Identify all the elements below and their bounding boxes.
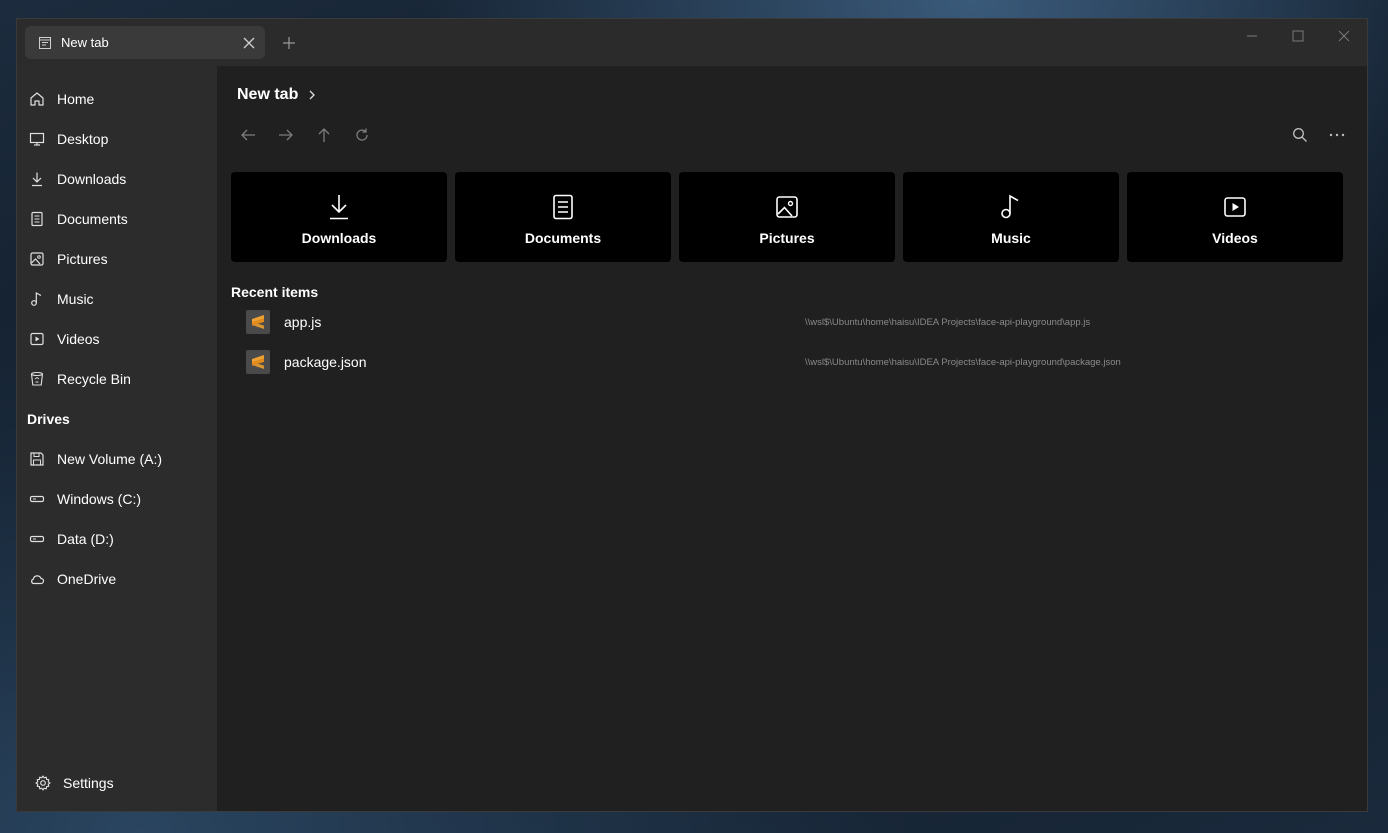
sidebar-item-downloads[interactable]: Downloads bbox=[25, 162, 211, 196]
document-icon bbox=[551, 194, 575, 220]
download-icon bbox=[327, 194, 351, 220]
recent-item-row[interactable]: package.json \\wsl$\Ubuntu\home\haisu\ID… bbox=[231, 344, 1341, 380]
quick-access-videos[interactable]: Videos bbox=[1127, 172, 1343, 262]
arrow-up-icon bbox=[318, 128, 330, 142]
sidebar-item-drive-a[interactable]: New Volume (A:) bbox=[25, 442, 211, 476]
sidebar-item-videos[interactable]: Videos bbox=[25, 322, 211, 356]
quick-access-label: Videos bbox=[1212, 230, 1258, 246]
video-icon bbox=[29, 331, 45, 347]
settings-button[interactable]: Settings bbox=[29, 766, 209, 800]
hard-drive-icon bbox=[29, 491, 45, 507]
hard-drive-icon bbox=[29, 531, 45, 547]
sublime-file-icon bbox=[246, 310, 270, 334]
recycle-bin-icon bbox=[29, 371, 45, 387]
sidebar-item-label: Pictures bbox=[57, 251, 108, 267]
music-icon bbox=[29, 291, 45, 307]
title-bar: New tab bbox=[17, 19, 1367, 66]
plus-icon bbox=[283, 37, 295, 49]
search-button[interactable] bbox=[1288, 123, 1312, 147]
refresh-icon bbox=[356, 128, 368, 141]
maximize-button[interactable] bbox=[1275, 19, 1321, 53]
sidebar: Home Desktop Downloads Documents Picture… bbox=[17, 66, 217, 811]
sidebar-item-home[interactable]: Home bbox=[25, 82, 211, 116]
file-explorer-window: New tab Home Desktop Downloads Documents… bbox=[16, 18, 1368, 812]
minimize-icon bbox=[1247, 35, 1257, 37]
main-content: New tab Downloads Documents Pictures Mus… bbox=[217, 66, 1367, 811]
sidebar-item-label: Documents bbox=[57, 211, 128, 227]
sidebar-item-label: Home bbox=[57, 91, 95, 107]
refresh-button[interactable] bbox=[350, 123, 374, 147]
sidebar-item-desktop[interactable]: Desktop bbox=[25, 122, 211, 156]
drives-section-header: Drives bbox=[27, 411, 70, 427]
sidebar-item-label: Recycle Bin bbox=[57, 371, 131, 387]
quick-access-label: Pictures bbox=[759, 230, 815, 246]
sidebar-item-drive-d[interactable]: Data (D:) bbox=[25, 522, 211, 556]
quick-access-downloads[interactable]: Downloads bbox=[231, 172, 447, 262]
sidebar-item-label: Desktop bbox=[57, 131, 109, 147]
quick-access-music[interactable]: Music bbox=[903, 172, 1119, 262]
sidebar-item-label: New Volume (A:) bbox=[57, 451, 163, 467]
recent-item-name: package.json bbox=[284, 354, 367, 370]
gear-icon bbox=[35, 775, 51, 791]
maximize-icon bbox=[1292, 30, 1304, 42]
up-button[interactable] bbox=[312, 123, 336, 147]
minimize-button[interactable] bbox=[1229, 19, 1275, 53]
music-icon bbox=[999, 194, 1023, 220]
floppy-drive-icon bbox=[29, 451, 45, 467]
sidebar-item-label: Downloads bbox=[57, 171, 127, 187]
arrow-right-icon bbox=[279, 129, 293, 141]
breadcrumb: New tab bbox=[237, 86, 316, 104]
breadcrumb-item[interactable]: New tab bbox=[237, 86, 298, 104]
document-icon bbox=[29, 211, 45, 227]
home-icon bbox=[29, 91, 45, 107]
recent-item-path: \\wsl$\Ubuntu\home\haisu\IDEA Projects\f… bbox=[805, 316, 1091, 328]
close-window-button[interactable] bbox=[1321, 19, 1367, 53]
quick-access-label: Downloads bbox=[301, 230, 377, 246]
quick-access-label: Music bbox=[991, 230, 1031, 246]
new-tab-button[interactable] bbox=[279, 33, 299, 53]
search-icon bbox=[1293, 128, 1307, 142]
close-icon bbox=[1338, 30, 1350, 42]
chevron-right-icon[interactable] bbox=[308, 90, 316, 100]
sidebar-item-label: OneDrive bbox=[57, 571, 117, 587]
more-icon bbox=[1329, 133, 1345, 137]
download-icon bbox=[29, 171, 45, 187]
desktop-icon bbox=[29, 131, 45, 147]
sidebar-item-music[interactable]: Music bbox=[25, 282, 211, 316]
sidebar-item-onedrive[interactable]: OneDrive bbox=[25, 562, 211, 596]
recent-items-header: Recent items bbox=[231, 284, 319, 300]
back-button[interactable] bbox=[236, 123, 260, 147]
recent-item-name: app.js bbox=[284, 314, 322, 330]
picture-icon bbox=[29, 251, 45, 267]
window-controls bbox=[1229, 19, 1367, 53]
recent-item-path: \\wsl$\Ubuntu\home\haisu\IDEA Projects\f… bbox=[805, 356, 1121, 368]
sidebar-item-label: Data (D:) bbox=[57, 531, 114, 547]
sidebar-item-documents[interactable]: Documents bbox=[25, 202, 211, 236]
close-tab-icon[interactable] bbox=[241, 35, 257, 51]
sublime-file-icon bbox=[246, 350, 270, 374]
sidebar-item-label: Videos bbox=[57, 331, 100, 347]
picture-icon bbox=[775, 194, 799, 220]
cloud-icon bbox=[29, 571, 45, 587]
sidebar-item-label: Music bbox=[57, 291, 94, 307]
quick-access-documents[interactable]: Documents bbox=[455, 172, 671, 262]
forward-button[interactable] bbox=[274, 123, 298, 147]
video-icon bbox=[1223, 194, 1247, 220]
tab-page-icon bbox=[39, 36, 51, 49]
settings-label: Settings bbox=[63, 775, 114, 791]
more-options-button[interactable] bbox=[1325, 123, 1349, 147]
quick-access-label: Documents bbox=[524, 230, 602, 246]
sidebar-item-pictures[interactable]: Pictures bbox=[25, 242, 211, 276]
tab-title: New tab bbox=[61, 35, 109, 50]
sidebar-item-drive-c[interactable]: Windows (C:) bbox=[25, 482, 211, 516]
quick-access-pictures[interactable]: Pictures bbox=[679, 172, 895, 262]
sidebar-item-recycle-bin[interactable]: Recycle Bin bbox=[25, 362, 211, 396]
arrow-left-icon bbox=[241, 129, 255, 141]
tab-new-tab[interactable]: New tab bbox=[25, 26, 265, 59]
recent-item-row[interactable]: app.js \\wsl$\Ubuntu\home\haisu\IDEA Pro… bbox=[231, 304, 1341, 340]
sidebar-item-label: Windows (C:) bbox=[57, 491, 142, 507]
